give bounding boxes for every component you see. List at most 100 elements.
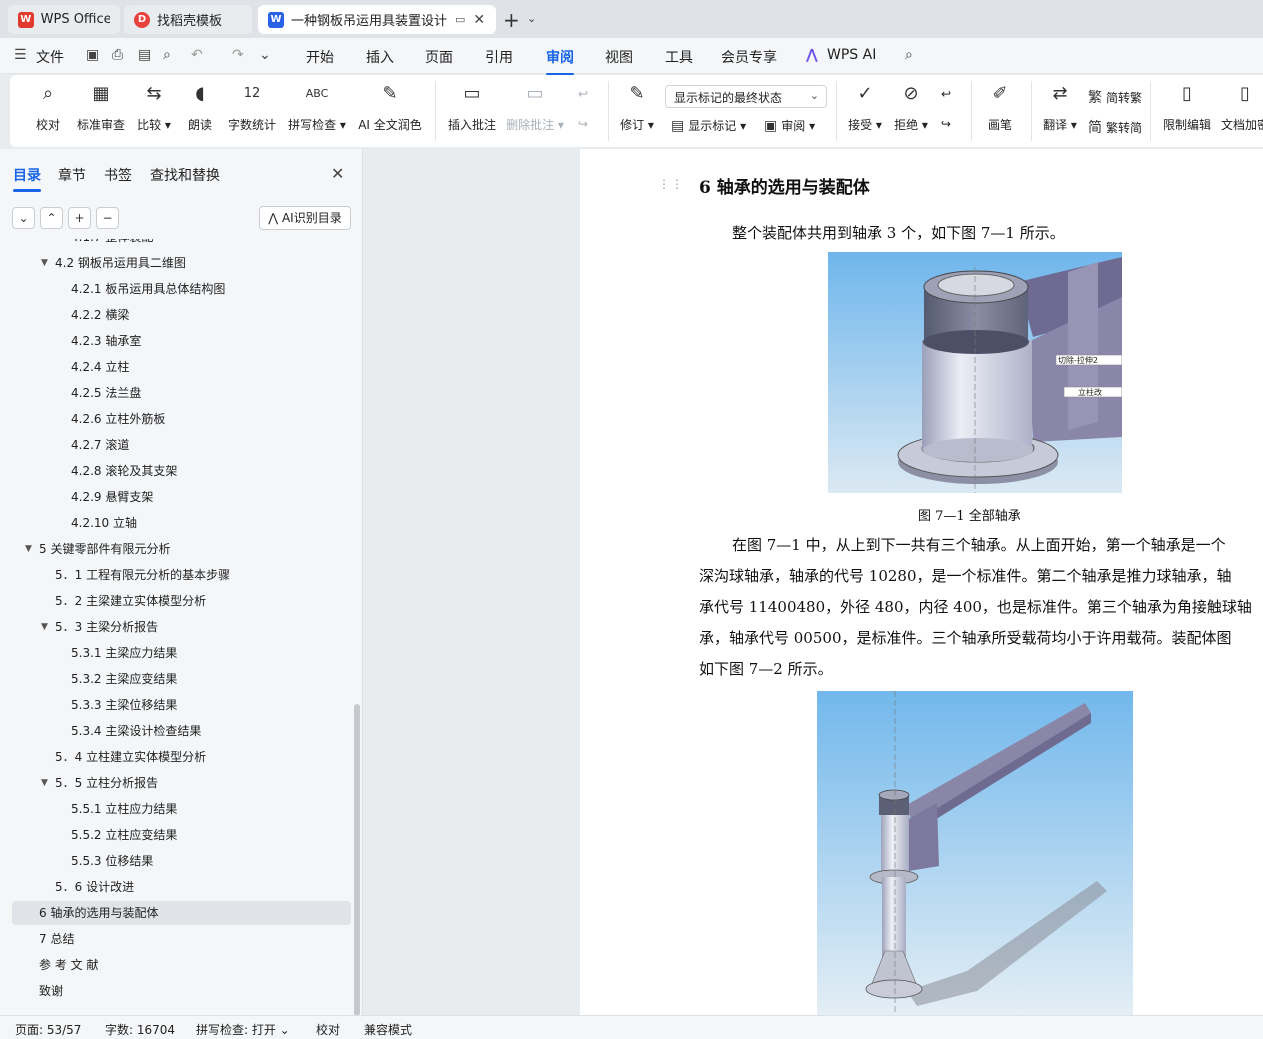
toc-item[interactable]: 4.2.3 轴承室: [71, 329, 141, 353]
track-changes-button[interactable]: ✎ 修订 ▾: [618, 81, 656, 141]
next-comment-icon[interactable]: ↪: [578, 117, 588, 131]
toc-item[interactable]: 5．4 立柱建立实体模型分析: [55, 745, 206, 769]
toc-item[interactable]: 5．1 工程有限元分析的基本步骤: [55, 563, 230, 587]
menu-review[interactable]: 审阅: [546, 47, 574, 76]
print-preview-icon[interactable]: ⎙: [112, 47, 123, 63]
insert-comment-button[interactable]: ▭ 插入批注: [446, 81, 498, 141]
word-count-button[interactable]: 12 字数统计: [226, 81, 278, 141]
toc-item[interactable]: 5.3.4 主梁设计检查结果: [71, 719, 201, 743]
spell-check-status[interactable]: 拼写检查: 打开 ⌄: [196, 1021, 290, 1038]
toc-item[interactable]: 4.2.8 滚轮及其支架: [71, 459, 177, 483]
menu-file[interactable]: 文件: [36, 47, 64, 67]
toc-item[interactable]: 5.3.3 主梁位移结果: [71, 693, 177, 717]
proofread-status[interactable]: 校对: [316, 1021, 340, 1038]
review-pane-button[interactable]: ▣ 审阅 ▾: [764, 117, 815, 134]
toc-item[interactable]: ▼ 5．5 立柱分析报告: [41, 771, 158, 795]
search-icon[interactable]: ⌕: [905, 47, 913, 63]
chevron-down-icon[interactable]: ⌄: [527, 12, 536, 25]
page-indicator[interactable]: 页面: 53/57: [15, 1021, 81, 1038]
toc-item[interactable]: 5．6 设计改进: [55, 875, 134, 899]
proofread-button[interactable]: ⌕ 校对: [32, 81, 64, 141]
redo-icon[interactable]: ↷: [232, 47, 244, 63]
toc-item[interactable]: ▼ 5 关键零部件有限元分析: [25, 537, 170, 561]
toc-item[interactable]: 5．2 主梁建立实体模型分析: [55, 589, 206, 613]
toc-item[interactable]: 4.2.2 横梁: [71, 303, 129, 327]
toc-item[interactable]: 6 轴承的选用与装配体: [12, 901, 351, 925]
undo-icon[interactable]: ↶: [191, 47, 203, 63]
add-level-button[interactable]: +: [68, 207, 91, 229]
menu-member[interactable]: 会员专享: [721, 47, 777, 67]
close-icon[interactable]: ✕: [331, 164, 344, 183]
toc-item[interactable]: 4.1.7 整体装配: [71, 239, 153, 249]
read-aloud-button[interactable]: ◖ 朗读: [185, 81, 215, 141]
toc-item[interactable]: 5.5.1 立柱应力结果: [71, 797, 177, 821]
expand-triangle-icon[interactable]: ▼: [41, 251, 48, 275]
menu-references[interactable]: 引用: [485, 47, 513, 67]
prev-comment-icon[interactable]: ↩: [578, 87, 588, 101]
close-icon[interactable]: ✕: [473, 12, 485, 28]
accept-button[interactable]: ✓ 接受 ▾: [846, 81, 884, 141]
toc-item[interactable]: 7 总结: [39, 927, 74, 951]
tab-find-replace[interactable]: 查找和替换: [150, 165, 220, 185]
expand-up-button[interactable]: ⌃: [40, 207, 63, 229]
scrollbar[interactable]: [354, 704, 360, 1016]
chevron-down-icon[interactable]: ⌄: [259, 47, 271, 63]
doc-encrypt-button[interactable]: ▯ 文档加密: [1220, 81, 1263, 141]
display-state-select[interactable]: 显示标记的最终状态 ⌄: [665, 85, 827, 108]
tab-docer[interactable]: D 找稻壳模板: [124, 5, 252, 34]
next-change-icon[interactable]: ↪: [941, 117, 951, 131]
standard-review-button[interactable]: ▦ 标准审查: [74, 81, 128, 141]
toc-item[interactable]: ▼ 5．3 主梁分析报告: [41, 615, 158, 639]
toc-item[interactable]: 4.2.6 立柱外筋板: [71, 407, 165, 431]
new-tab-plus-icon[interactable]: +: [503, 8, 520, 32]
toc-item[interactable]: 5.5.3 位移结果: [71, 849, 153, 873]
toc-item[interactable]: 4.2.5 法兰盘: [71, 381, 141, 405]
pen-button[interactable]: ✐ 画笔: [985, 81, 1015, 141]
tab-document[interactable]: W 一种钢板吊运用具装置设计 论 ▭ ✕: [258, 5, 496, 34]
collapse-down-button[interactable]: ⌄: [12, 207, 35, 229]
simp-to-trad-button[interactable]: 繁 简转繁: [1088, 87, 1142, 107]
hamburger-icon[interactable]: ☰: [14, 47, 27, 63]
ai-polish-button[interactable]: ✎ AI 全文润色: [356, 81, 424, 141]
remove-level-button[interactable]: −: [96, 207, 119, 229]
menu-wps-ai[interactable]: WPS AI: [827, 47, 876, 63]
find-icon[interactable]: ⌕: [163, 47, 171, 63]
toc-item[interactable]: 4.2.7 滚道: [71, 433, 129, 457]
show-markup-button[interactable]: ▤ 显示标记 ▾: [671, 117, 746, 134]
tab-bookmarks[interactable]: 书签: [104, 165, 132, 185]
menu-tools[interactable]: 工具: [665, 47, 693, 67]
compare-button[interactable]: ⇆ 比较 ▾: [134, 81, 174, 141]
ai-toc-button[interactable]: ⋀ AI识别目录: [259, 206, 351, 230]
menu-insert[interactable]: 插入: [366, 47, 394, 67]
tab-wps-office[interactable]: W WPS Office: [8, 5, 120, 34]
translate-button[interactable]: ⇄ 翻译 ▾: [1040, 81, 1080, 141]
save-icon[interactable]: ▣: [86, 47, 99, 63]
toc-item[interactable]: 5.3.2 主梁应变结果: [71, 667, 177, 691]
toc-item[interactable]: 4.2.1 板吊运用具总体结构图: [71, 277, 225, 301]
spell-check-button[interactable]: ABC 拼写检查 ▾: [286, 81, 348, 141]
print-icon[interactable]: ▤: [138, 47, 151, 63]
toc-item[interactable]: 4.2.9 悬臂支架: [71, 485, 153, 509]
trad-to-simp-button[interactable]: 简 繁转简: [1088, 117, 1142, 137]
expand-triangle-icon[interactable]: ▼: [25, 537, 32, 561]
prev-change-icon[interactable]: ↩: [941, 87, 951, 101]
toc-item[interactable]: 致谢: [39, 979, 63, 1003]
menu-home[interactable]: 开始: [306, 47, 334, 67]
word-count[interactable]: 字数: 16704: [105, 1021, 175, 1038]
toc-item[interactable]: 参 考 文 献: [39, 953, 98, 977]
toc-item[interactable]: 5.5.2 立柱应变结果: [71, 823, 177, 847]
toc-item[interactable]: 4.2.10 立轴: [71, 511, 137, 535]
menu-page[interactable]: 页面: [425, 47, 453, 67]
restrict-edit-button[interactable]: ▯ 限制编辑: [1161, 81, 1213, 141]
expand-triangle-icon[interactable]: ▼: [41, 771, 48, 795]
expand-triangle-icon[interactable]: ▼: [41, 615, 48, 639]
toc-item[interactable]: 5.3.1 主梁应力结果: [71, 641, 177, 665]
menu-view[interactable]: 视图: [605, 47, 633, 67]
tab-toc[interactable]: 目录: [13, 165, 41, 192]
reject-button[interactable]: ⊘ 拒绝 ▾: [892, 81, 930, 141]
drag-handle-icon[interactable]: ⋮⋮: [658, 177, 684, 191]
delete-comment-button[interactable]: ▭ 删除批注 ▾: [504, 81, 566, 141]
toc-item[interactable]: 4.2.4 立柱: [71, 355, 129, 379]
toc-item[interactable]: ▼ 4.2 钢板吊运用具二维图: [41, 251, 186, 275]
tab-sections[interactable]: 章节: [58, 165, 86, 185]
